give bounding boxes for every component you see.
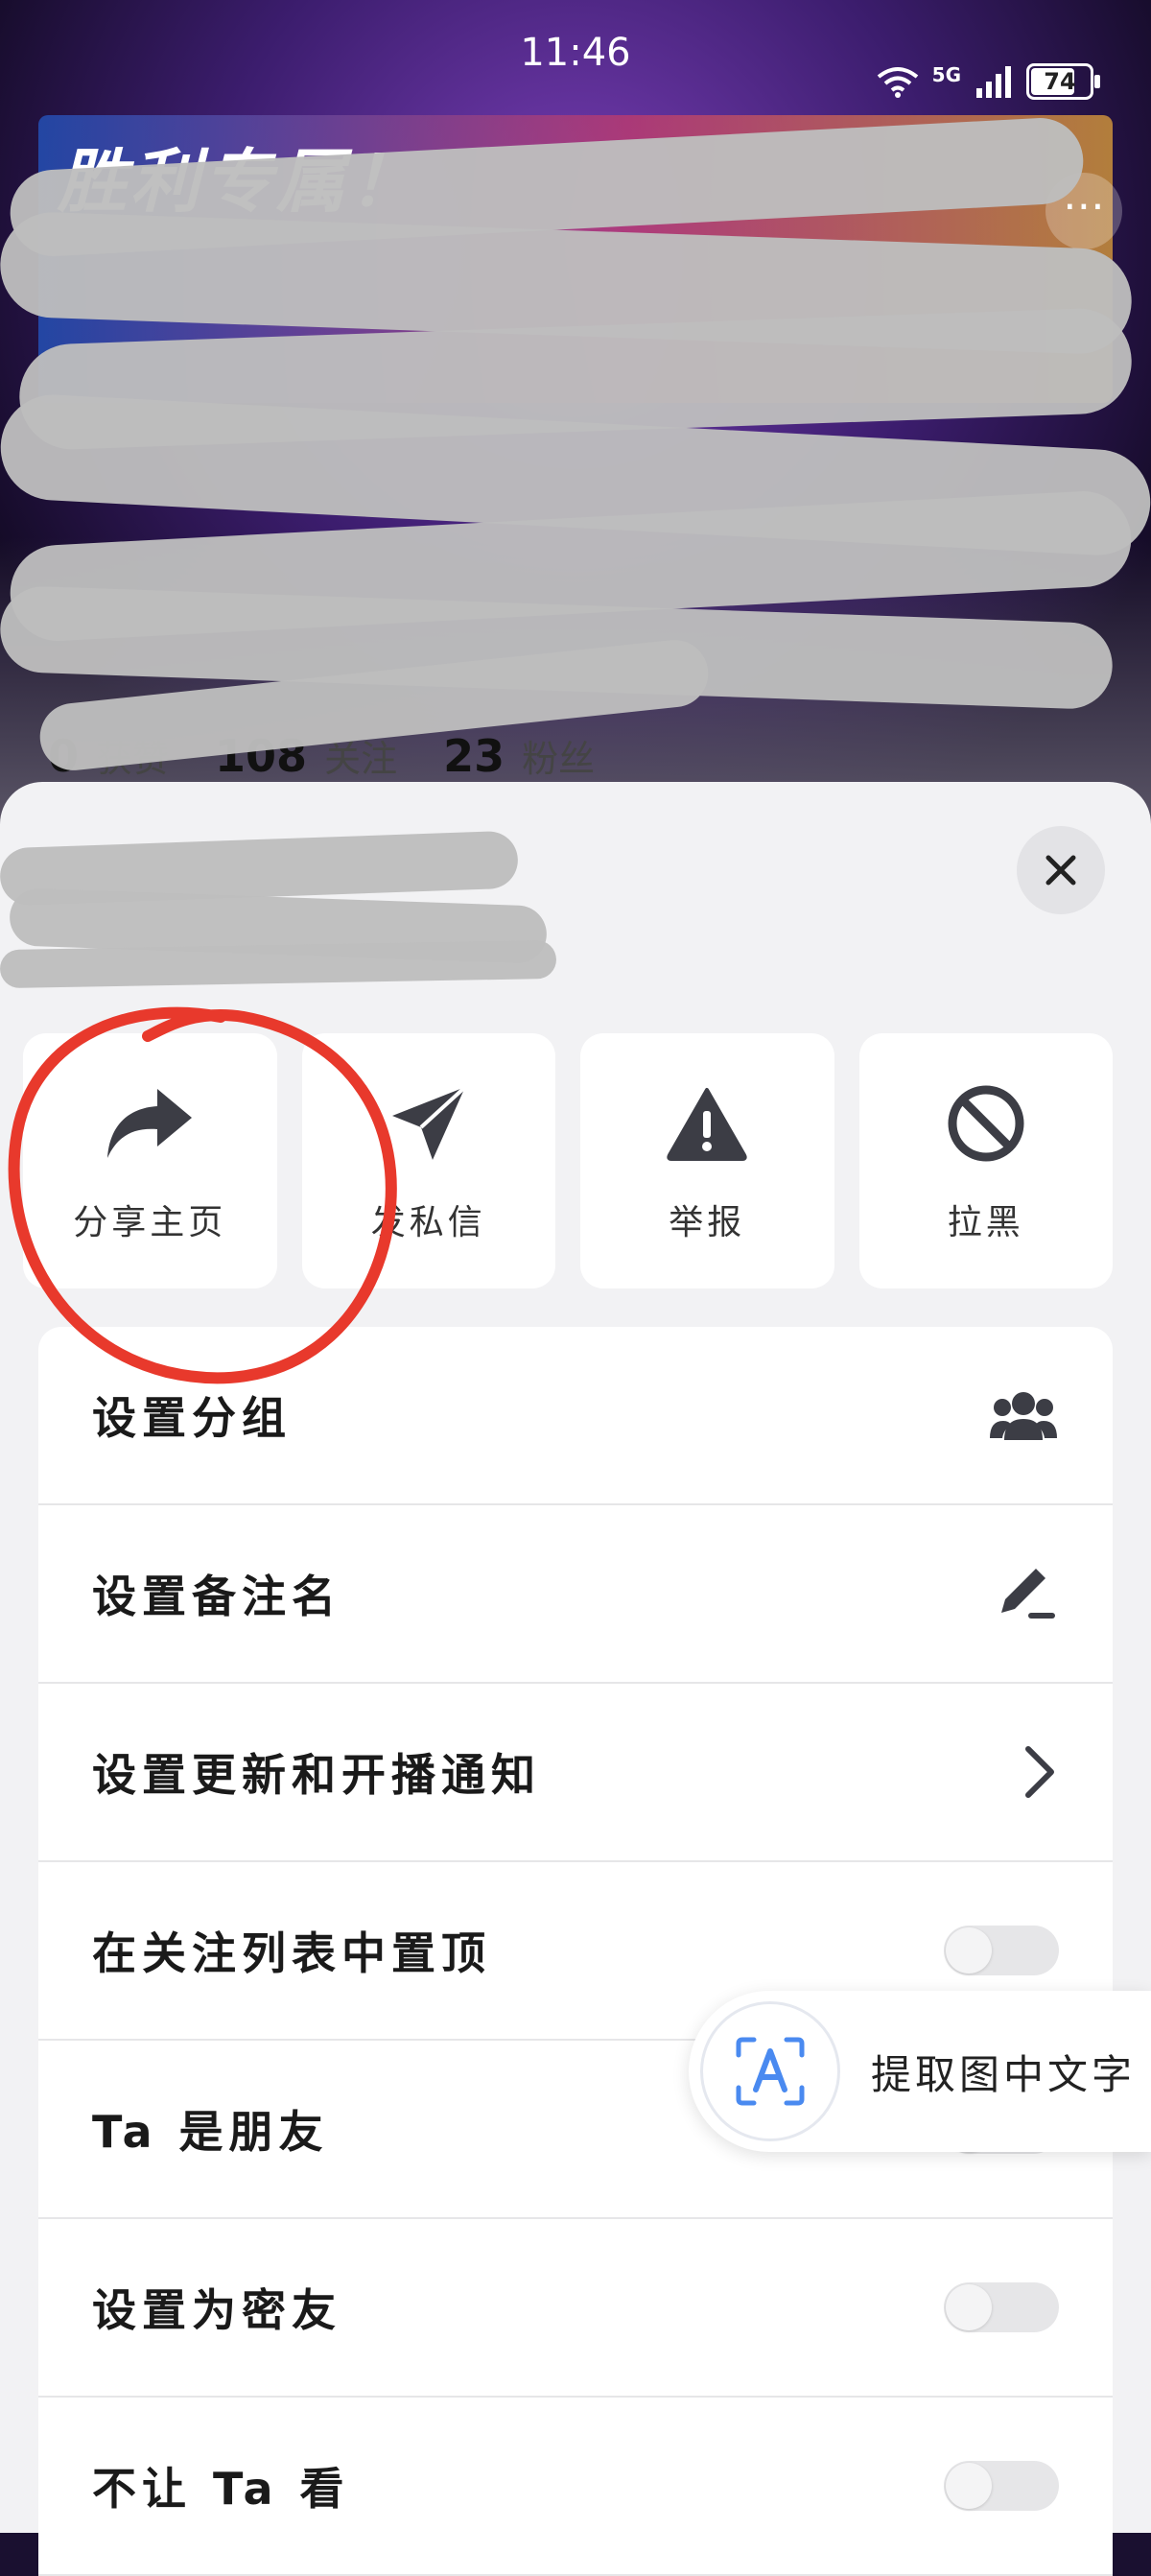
profile-header: 胜利专属！ ⋯ 0 获赞 108 关注 23 粉丝 bbox=[0, 0, 1151, 825]
edit-icon bbox=[1001, 1569, 1055, 1619]
followers-label: 粉丝 bbox=[522, 738, 596, 780]
ocr-button[interactable] bbox=[700, 2001, 840, 2141]
settings-list: 设置分组 设置备注名 设置更新和开播通知 在关注列表中置顶 Ta 是朋友 设置为… bbox=[38, 1327, 1113, 2576]
block-button[interactable]: 拉黑 bbox=[858, 1033, 1113, 1288]
network-type: 5G bbox=[931, 63, 961, 86]
signal-icon bbox=[976, 66, 1011, 98]
hide-from-label: 不让 Ta 看 bbox=[92, 2463, 350, 2515]
set-remark-row[interactable]: 设置备注名 bbox=[38, 1505, 1113, 1684]
extract-text-bubble[interactable]: 提取图中文字 bbox=[689, 1991, 1151, 2152]
battery-level: 74 bbox=[1044, 68, 1076, 95]
wifi-icon bbox=[877, 67, 918, 98]
close-friend-toggle[interactable] bbox=[944, 2282, 1059, 2332]
followers-count[interactable]: 23 bbox=[443, 730, 505, 782]
is-friend-label: Ta 是朋友 bbox=[92, 2106, 329, 2158]
annotation-circle bbox=[8, 1006, 397, 1384]
status-bar: 11:46 5G 74 bbox=[0, 0, 1151, 100]
group-icon bbox=[990, 1392, 1057, 1440]
set-remark-label: 设置备注名 bbox=[92, 1571, 341, 1622]
notification-settings-label: 设置更新和开播通知 bbox=[92, 1749, 541, 1801]
close-icon bbox=[1045, 855, 1076, 886]
status-icons: 5G 74 bbox=[877, 63, 1100, 100]
close-friend-row: 设置为密友 bbox=[38, 2219, 1113, 2398]
block-icon bbox=[948, 1085, 1024, 1162]
set-group-label: 设置分组 bbox=[92, 1392, 292, 1444]
close-button[interactable] bbox=[1017, 826, 1105, 914]
text-recognition-icon bbox=[736, 2037, 805, 2106]
close-friend-label: 设置为密友 bbox=[92, 2284, 341, 2336]
pin-to-top-label: 在关注列表中置顶 bbox=[92, 1927, 491, 1979]
chevron-right-icon bbox=[1025, 1746, 1054, 1798]
block-label: 拉黑 bbox=[947, 1203, 1024, 1242]
battery-icon: 74 bbox=[1026, 63, 1100, 100]
hide-from-row: 不让 Ta 看 bbox=[38, 2398, 1113, 2576]
warning-icon bbox=[667, 1088, 747, 1161]
notification-settings-row[interactable]: 设置更新和开播通知 bbox=[38, 1684, 1113, 1862]
report-label: 举报 bbox=[669, 1203, 746, 1242]
pin-to-top-toggle[interactable] bbox=[944, 1926, 1059, 1975]
extract-text-label: 提取图中文字 bbox=[871, 2050, 1137, 2098]
hide-from-toggle[interactable] bbox=[944, 2461, 1059, 2511]
report-button[interactable]: 举报 bbox=[580, 1033, 834, 1288]
